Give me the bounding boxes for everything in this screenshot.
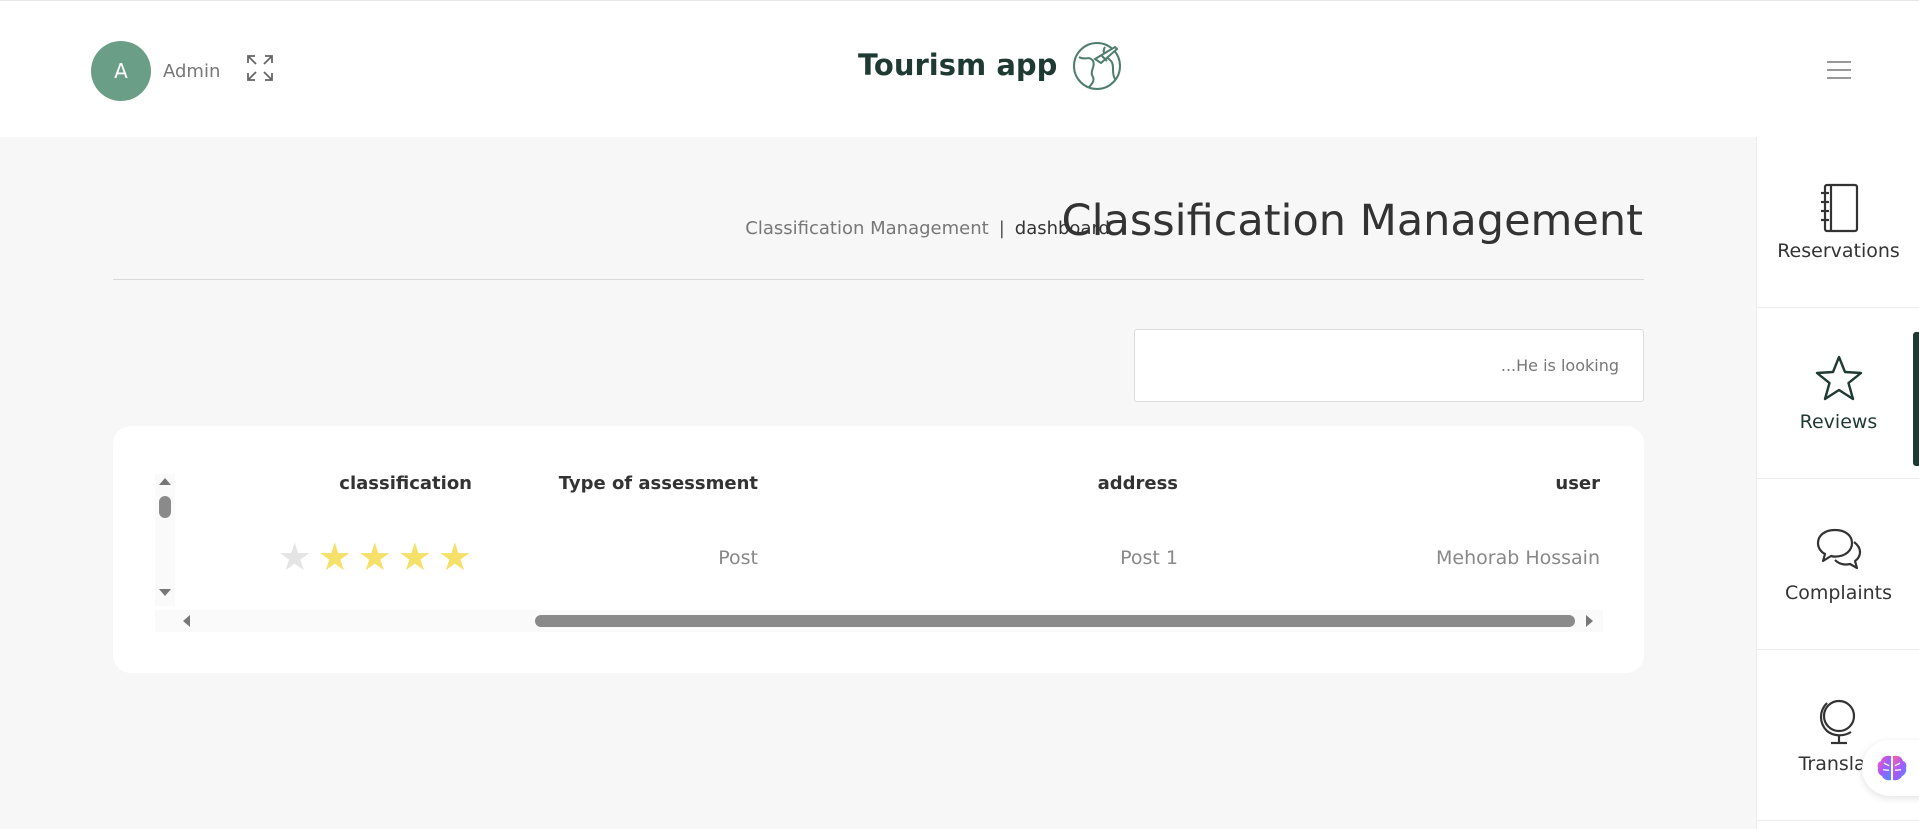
breadcrumb: Classification Management | dashboard bbox=[745, 218, 1110, 239]
cell-user: Mehorab Hossain bbox=[1436, 547, 1600, 569]
vertical-scrollbar[interactable] bbox=[155, 474, 175, 606]
globe-plane-logo-icon bbox=[1073, 42, 1122, 90]
star-icon bbox=[1815, 355, 1862, 401]
cell-rating: ★ ★ ★ ★ ★ bbox=[272, 538, 472, 576]
search-input[interactable] bbox=[1135, 330, 1643, 401]
column-header-address[interactable]: address bbox=[1098, 473, 1178, 494]
sidebar-item-label: Complaints bbox=[1784, 582, 1893, 604]
brain-icon bbox=[1877, 755, 1907, 781]
page-title: Classification Management bbox=[1061, 196, 1643, 246]
star-filled-icon: ★ bbox=[357, 535, 392, 579]
globe-icon bbox=[1819, 699, 1855, 745]
sidebar-item-label: Reservations bbox=[1777, 240, 1900, 262]
user-name: Admin bbox=[163, 60, 221, 82]
horizontal-scroll-thumb[interactable] bbox=[535, 615, 1575, 627]
top-header: A Admin Tourism app bbox=[0, 0, 1919, 137]
user-menu[interactable]: A Admin bbox=[91, 41, 220, 101]
sidebar-item-complaints[interactable]: Complaints bbox=[1757, 479, 1919, 650]
divider bbox=[113, 279, 1644, 280]
reviews-table-card: user address Type of assessment classifi… bbox=[113, 426, 1644, 673]
notebook-icon bbox=[1820, 183, 1858, 233]
horizontal-scrollbar[interactable] bbox=[155, 610, 1603, 632]
chat-bubbles-icon bbox=[1816, 528, 1861, 570]
scroll-up-arrow-icon[interactable] bbox=[159, 478, 171, 485]
scroll-left-arrow-icon[interactable] bbox=[183, 615, 190, 627]
column-header-user[interactable]: user bbox=[1555, 473, 1600, 494]
hamburger-menu-icon[interactable] bbox=[1825, 59, 1853, 81]
active-indicator bbox=[1913, 332, 1919, 466]
assistant-badge[interactable] bbox=[1862, 740, 1919, 796]
star-filled-icon: ★ bbox=[397, 535, 432, 579]
column-header-classification[interactable]: classification bbox=[339, 473, 472, 494]
scroll-right-arrow-icon[interactable] bbox=[1586, 615, 1593, 627]
sidebar-item-reviews[interactable]: Reviews bbox=[1757, 308, 1919, 479]
search-box[interactable] bbox=[1134, 329, 1644, 402]
column-header-type[interactable]: Type of assessment bbox=[559, 473, 758, 494]
avatar[interactable]: A bbox=[91, 41, 151, 101]
app-title: Tourism app bbox=[858, 48, 1058, 82]
cell-type: Post bbox=[718, 547, 758, 569]
scroll-down-arrow-icon[interactable] bbox=[159, 589, 171, 596]
brand[interactable]: Tourism app bbox=[858, 39, 1123, 91]
cell-address: Post 1 bbox=[1120, 547, 1178, 569]
star-filled-icon: ★ bbox=[317, 535, 352, 579]
star-empty-icon: ★ bbox=[277, 535, 312, 579]
sidebar-item-label: Reviews bbox=[1799, 411, 1878, 433]
breadcrumb-section[interactable]: Classification Management bbox=[745, 218, 988, 239]
expand-icon[interactable] bbox=[246, 54, 274, 82]
sidebar: Reservations Reviews Complaints Translat… bbox=[1756, 137, 1919, 829]
sidebar-item-reservations[interactable]: Reservations bbox=[1757, 137, 1919, 308]
star-filled-icon: ★ bbox=[437, 535, 472, 579]
breadcrumb-separator: | bbox=[998, 218, 1005, 239]
vertical-scroll-thumb[interactable] bbox=[159, 496, 171, 518]
